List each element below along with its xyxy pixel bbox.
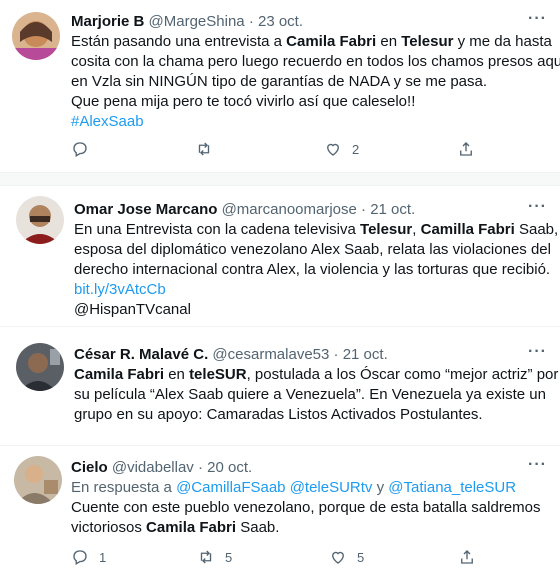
tweet-cesar[interactable]: César R. Malavé C. @cesarmalave53 · 21 o… — [0, 327, 560, 445]
like-button[interactable]: 2 — [324, 140, 359, 158]
share-button[interactable] — [458, 548, 476, 566]
more-options-icon[interactable]: ··· — [528, 198, 547, 216]
share-icon — [461, 550, 473, 564]
avatar[interactable] — [16, 196, 64, 244]
retweet-icon — [200, 550, 212, 564]
separator-dot: · — [333, 346, 339, 363]
author-handle[interactable]: @cesarmalave53 — [212, 346, 329, 363]
avatar[interactable] — [16, 343, 64, 391]
tweet-cielo[interactable]: Cielo @vidabellav · 20 oct. ··· En respu… — [0, 446, 560, 574]
tweet-date[interactable]: 21 oct. — [370, 201, 415, 218]
separator-dot: · — [361, 201, 367, 218]
tweet-text: Están pasando una entrevista a Camila Fa… — [71, 32, 560, 132]
more-options-icon[interactable]: ··· — [528, 456, 547, 474]
author-handle[interactable]: @MargeShina — [149, 13, 245, 30]
reply-context: En respuesta a @CamillaFSaab @teleSURtv … — [71, 479, 517, 496]
reply-icon — [73, 550, 87, 565]
tweet-marjorie[interactable]: Marjorie B @MargeShina · 23 oct. ··· Est… — [0, 0, 560, 172]
short-link[interactable]: bit.ly/3vAtcCb — [74, 280, 558, 300]
retweet-button[interactable] — [195, 140, 223, 158]
reply-button[interactable]: 1 — [71, 548, 106, 566]
tweet-actions: 2 — [71, 140, 491, 160]
like-button[interactable]: 5 — [329, 548, 364, 566]
author-name[interactable]: César R. Malavé C. — [74, 346, 208, 363]
heart-icon — [332, 551, 344, 564]
author-name[interactable]: Omar Jose Marcano — [74, 201, 217, 218]
share-button[interactable] — [457, 140, 475, 158]
hashtag-link[interactable]: #AlexSaab — [71, 112, 560, 132]
mention-link[interactable]: @Tatiana_teleSUR — [388, 479, 516, 496]
share-icon — [460, 142, 472, 156]
author-handle[interactable]: @marcanoomarjose — [222, 201, 357, 218]
tweet-date[interactable]: 20 oct. — [207, 459, 252, 476]
tweet-date[interactable]: 21 oct. — [343, 346, 388, 363]
mention-link[interactable]: @teleSURtv — [290, 479, 373, 496]
more-options-icon[interactable]: ··· — [528, 343, 547, 361]
tweet-actions: 1 5 5 — [71, 548, 491, 568]
tweet-text: Camila Fabri en teleSUR, postulada a los… — [74, 366, 559, 423]
avatar[interactable] — [12, 12, 60, 60]
reply-button[interactable] — [71, 140, 99, 158]
tweet-omar[interactable]: Omar Jose Marcano @marcanoomarjose · 21 … — [0, 186, 560, 326]
heart-icon — [327, 143, 339, 156]
retweet-button[interactable]: 5 — [197, 548, 232, 566]
mention-link[interactable]: @CamillaFSaab — [176, 479, 285, 496]
tweet-text: En una Entrevista con la cadena televisi… — [74, 221, 559, 318]
more-options-icon[interactable]: ··· — [528, 10, 547, 28]
tweet-text: En respuesta a @CamillaFSaab @teleSURtv … — [71, 479, 541, 536]
author-name[interactable]: Cielo — [71, 459, 108, 476]
tweet-date[interactable]: 23 oct. — [258, 13, 303, 30]
retweet-icon — [198, 142, 210, 156]
author-handle[interactable]: @vidabellav — [112, 459, 194, 476]
avatar[interactable] — [14, 456, 62, 504]
reply-icon — [73, 142, 87, 157]
author-name[interactable]: Marjorie B — [71, 13, 144, 30]
separator-dot: · — [248, 13, 254, 30]
section-separator — [0, 172, 560, 186]
separator-dot: · — [197, 459, 203, 476]
